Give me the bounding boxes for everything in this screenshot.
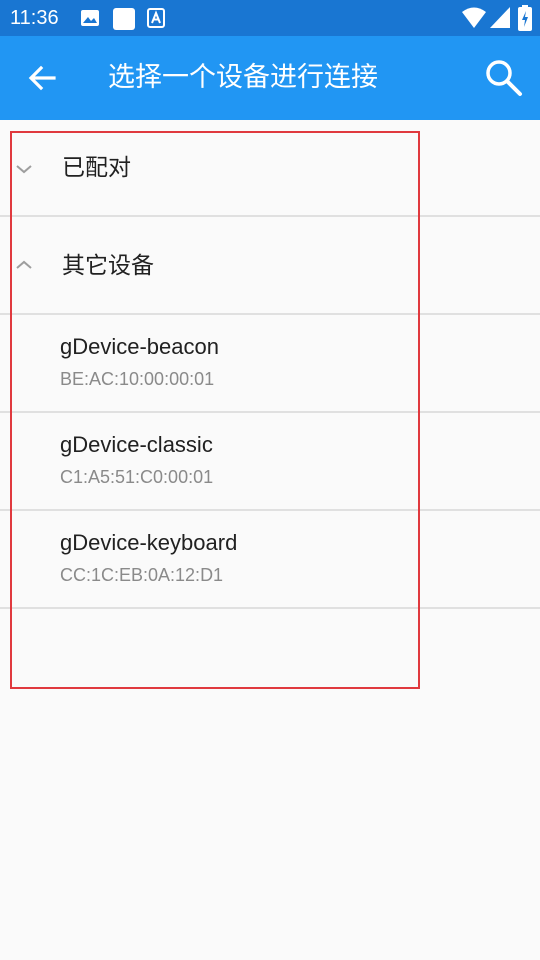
- device-name: gDevice-keyboard: [60, 530, 238, 555]
- app-bar: 选择一个设备进行连接: [0, 36, 540, 120]
- battery-icon: [518, 5, 532, 31]
- a-icon: [147, 8, 165, 28]
- group-label-other-devices: 其它设备: [62, 253, 154, 279]
- device-row-beacon[interactable]: gDevice-beacon BE:AC:10:00:00:01: [0, 315, 540, 411]
- image-icon: [81, 10, 99, 26]
- search-button[interactable]: [482, 56, 526, 100]
- device-mac-address: C1:A5:51:C0:00:01: [60, 467, 214, 487]
- device-name: gDevice-classic: [60, 432, 213, 457]
- device-mac-address: CC:1C:EB:0A:12:D1: [60, 565, 224, 585]
- chevron-down-icon: [16, 165, 32, 174]
- status-bar: 11:36: [0, 0, 540, 36]
- chevron-up-icon: [16, 260, 32, 269]
- page-title: 选择一个设备进行连接: [108, 62, 378, 93]
- device-row-classic[interactable]: gDevice-classic C1:A5:51:C0:00:01: [0, 413, 540, 509]
- divider: [0, 607, 540, 609]
- back-button[interactable]: [22, 58, 62, 98]
- group-header-other-devices[interactable]: 其它设备: [0, 217, 540, 313]
- group-header-paired[interactable]: 已配对: [0, 120, 540, 216]
- wifi-icon: [462, 7, 486, 28]
- device-name: gDevice-beacon: [60, 334, 219, 359]
- device-row-keyboard[interactable]: gDevice-keyboard CC:1C:EB:0A:12:D1: [0, 511, 540, 607]
- signal-icon: [490, 7, 510, 28]
- group-label-paired: 已配对: [62, 155, 131, 181]
- square-icon: [113, 8, 135, 30]
- arrow-left-icon: [28, 65, 56, 91]
- search-icon: [486, 60, 522, 96]
- device-mac-address: BE:AC:10:00:00:01: [60, 369, 215, 389]
- status-time: 11:36: [10, 7, 59, 29]
